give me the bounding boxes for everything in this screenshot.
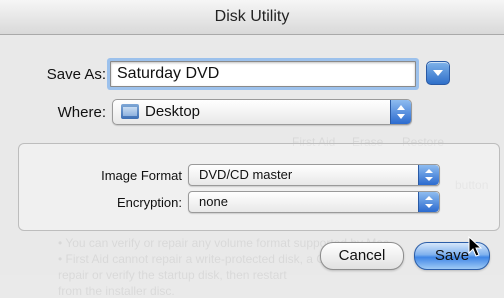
desktop-folder-icon: [121, 104, 139, 119]
save-as-label: Save As:: [46, 66, 106, 83]
image-format-label: Image Format: [101, 168, 182, 183]
encryption-popup[interactable]: none: [188, 191, 440, 213]
image-format-popup[interactable]: DVD/CD master: [188, 164, 440, 186]
disclosure-triangle-icon: [433, 70, 443, 76]
where-popup[interactable]: Desktop: [112, 99, 412, 125]
up-down-arrows-icon: [418, 165, 439, 185]
encryption-selected: none: [199, 194, 228, 209]
window-title: Disk Utility: [0, 0, 504, 35]
expand-disclosure-button[interactable]: [426, 61, 450, 85]
save-sheet: Disk Utility First Aid Erase Restore but…: [0, 0, 504, 298]
where-label: Where:: [57, 104, 106, 121]
ghost-text-line: repair or verify the startup disk, then …: [58, 268, 287, 282]
image-format-selected: DVD/CD master: [199, 167, 293, 182]
ghost-text-line: from the installer disc.: [58, 284, 175, 298]
where-selected: Desktop: [145, 103, 201, 120]
cancel-button[interactable]: Cancel: [320, 242, 404, 270]
mouse-pointer-icon: [468, 236, 483, 257]
save-as-field[interactable]: Saturday DVD: [110, 61, 416, 87]
up-down-arrows-icon: [418, 192, 439, 212]
image-options-group: [18, 143, 500, 231]
save-as-value: Saturday DVD: [117, 65, 220, 82]
encryption-label: Encryption:: [116, 195, 182, 210]
up-down-arrows-icon: [390, 100, 411, 124]
